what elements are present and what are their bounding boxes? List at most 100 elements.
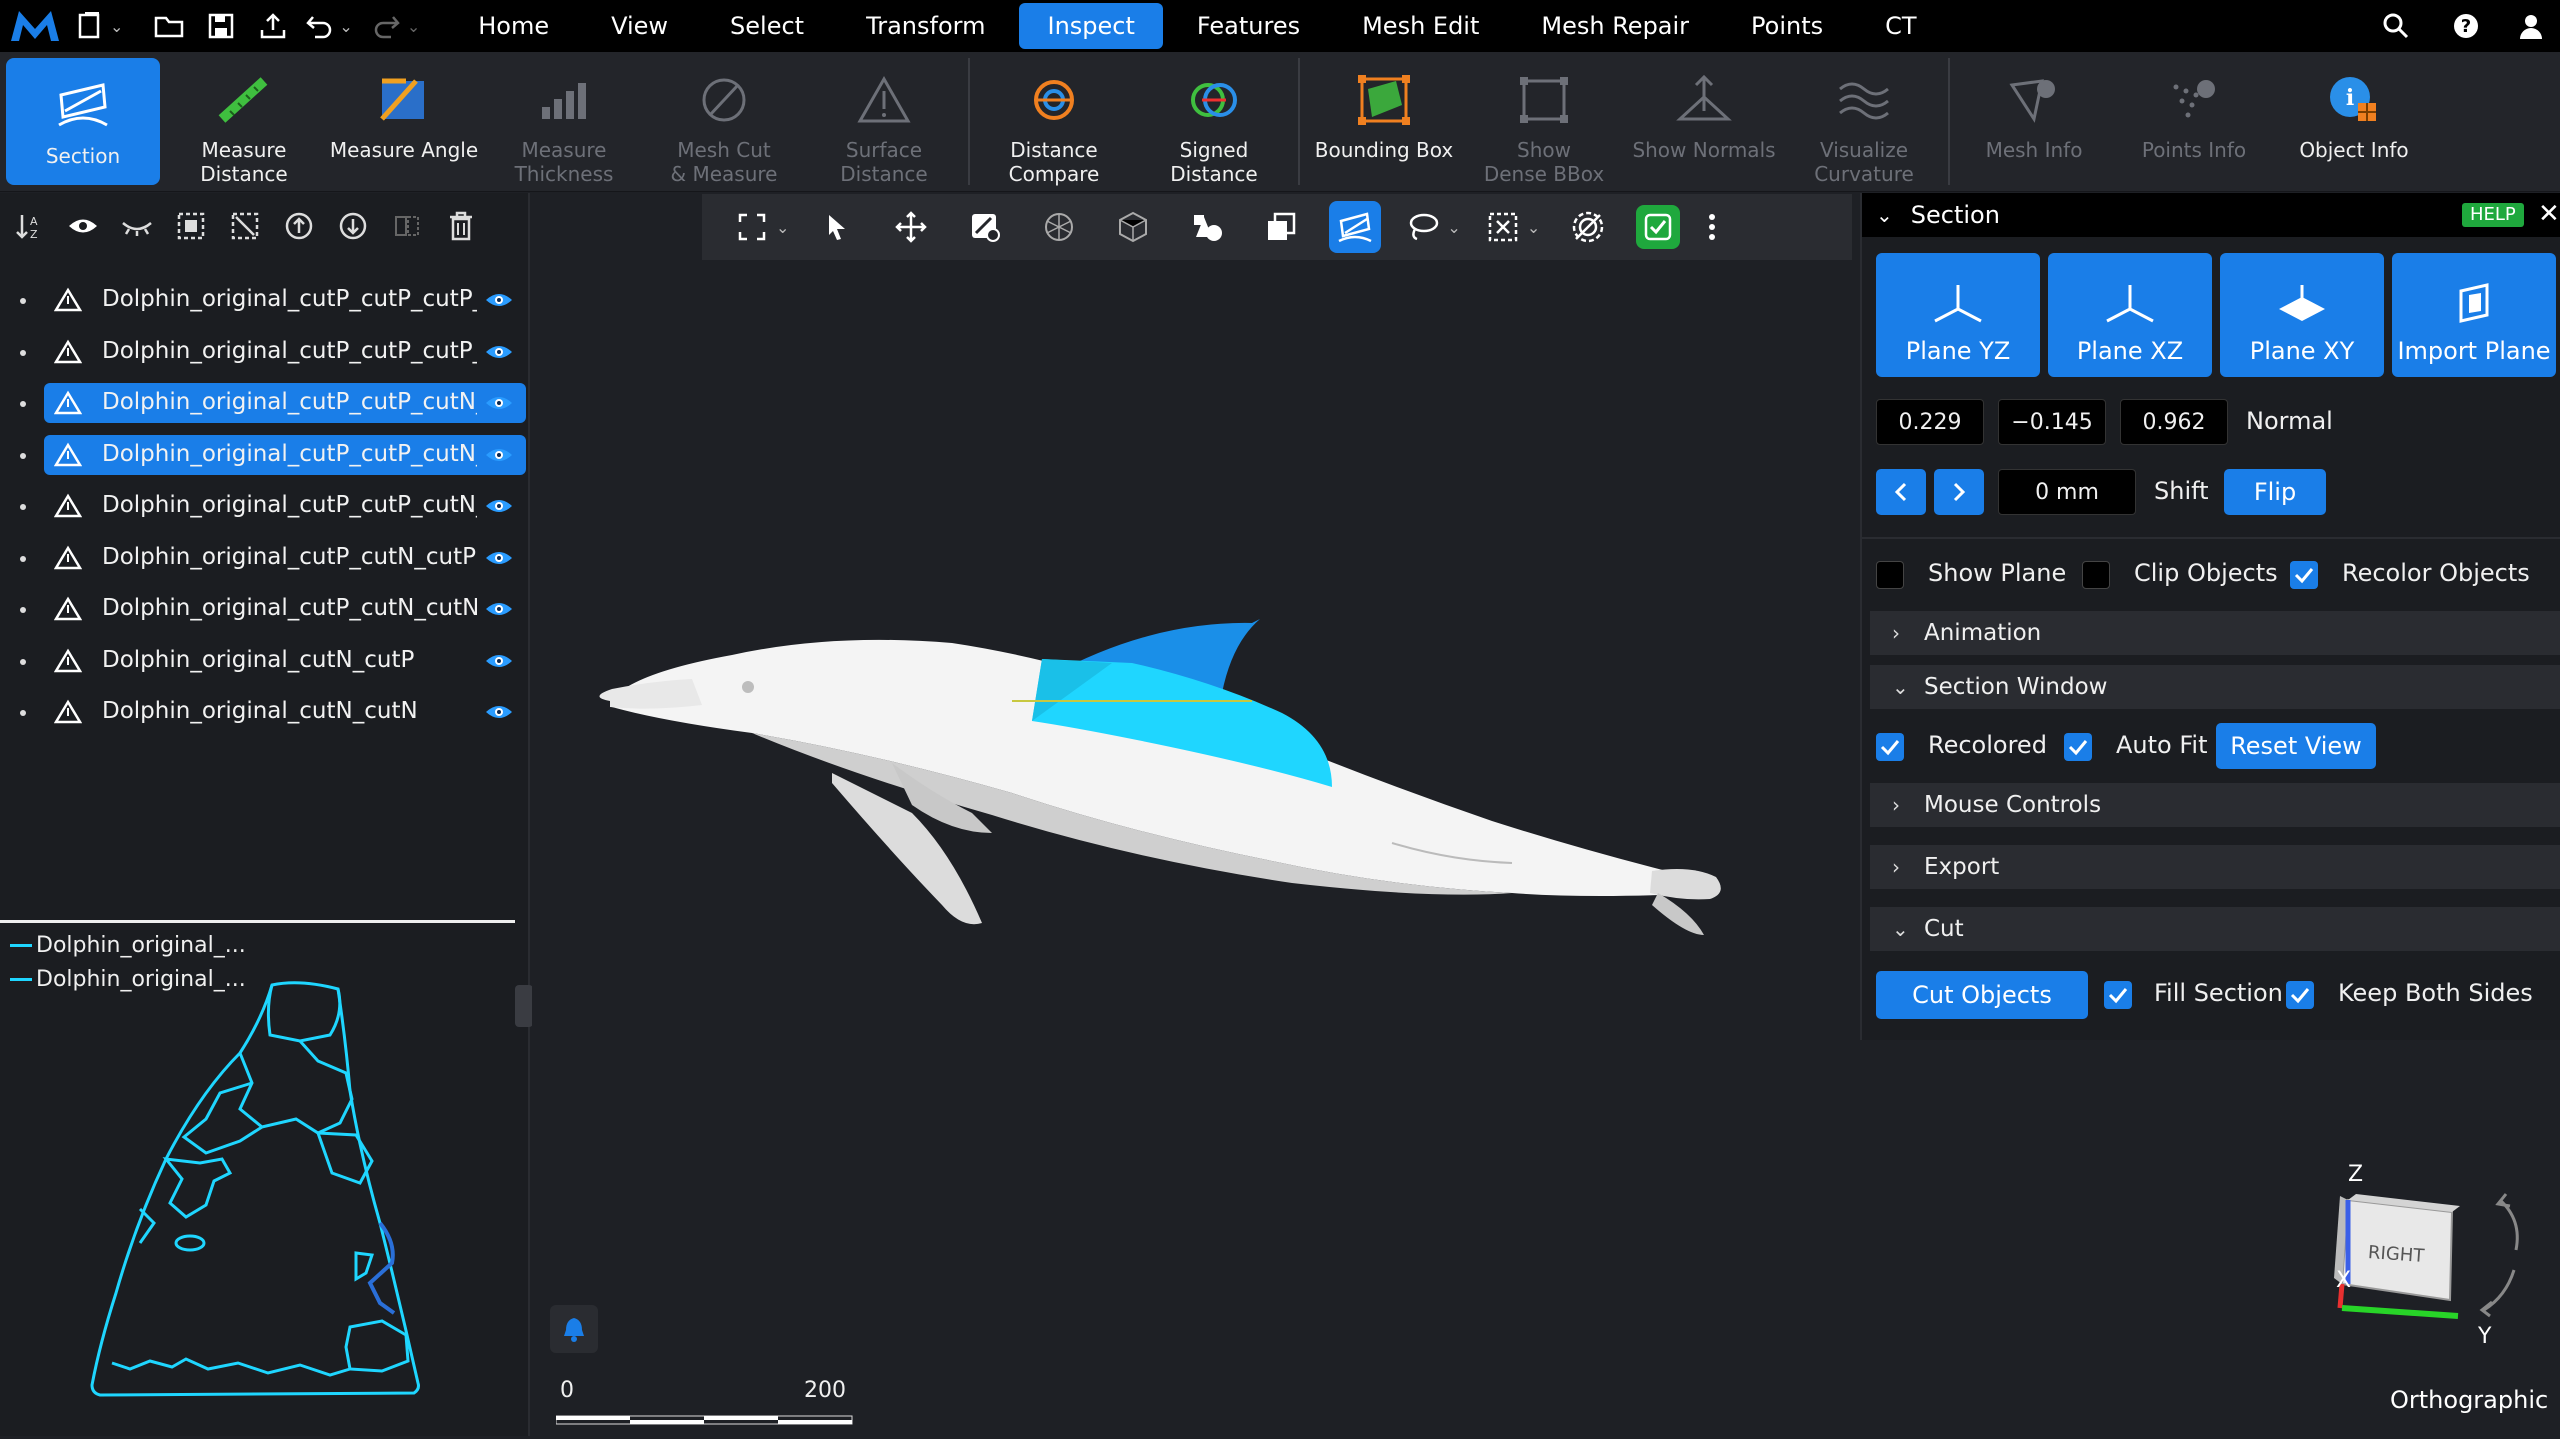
select-pointer-icon[interactable] bbox=[811, 201, 863, 253]
box-select-chevron-icon[interactable]: ⌄ bbox=[1527, 218, 1540, 237]
redo-history-chevron-icon[interactable]: ⌄ bbox=[407, 17, 420, 36]
mesh-cube-icon[interactable] bbox=[1107, 201, 1159, 253]
move-up-icon[interactable] bbox=[282, 209, 316, 243]
tab-transform[interactable]: Transform bbox=[838, 3, 1013, 49]
close-icon[interactable]: ✕ bbox=[2538, 199, 2560, 229]
visibility-eye-icon[interactable] bbox=[484, 290, 514, 316]
plane-xy-button[interactable]: Plane XY bbox=[2220, 253, 2384, 377]
keep-both-sides-checkbox[interactable] bbox=[2286, 981, 2314, 1009]
plane-xz-button[interactable]: Plane XZ bbox=[2048, 253, 2212, 377]
fit-view-icon[interactable] bbox=[732, 201, 772, 253]
tab-select[interactable]: Select bbox=[702, 3, 832, 49]
object-list-item[interactable]: Dolphin_original_cutP_cutP_cutN_cutN bbox=[0, 434, 530, 477]
points-info-button[interactable]: Points Info bbox=[2114, 52, 2274, 191]
visibility-eye-icon[interactable] bbox=[484, 393, 514, 419]
normal-z-input[interactable]: 0.962 bbox=[2120, 399, 2228, 445]
visibility-eye-icon[interactable] bbox=[484, 342, 514, 368]
search-icon[interactable] bbox=[2370, 0, 2422, 52]
open-folder-icon[interactable] bbox=[143, 0, 195, 52]
shift-input[interactable]: 0 mm bbox=[1998, 469, 2136, 515]
panel-resize-handle[interactable] bbox=[515, 985, 533, 1027]
auto-fit-checkbox[interactable] bbox=[2064, 733, 2092, 761]
measure-distance-button[interactable]: Measure Distance bbox=[164, 52, 324, 191]
object-list-item[interactable]: Dolphin_original_cutP_cutP_cutP_cutN bbox=[0, 332, 530, 374]
collapse-chevron-icon[interactable]: ⌄ bbox=[1876, 203, 1893, 227]
recolored-checkbox[interactable] bbox=[1876, 733, 1904, 761]
measure-angle-button[interactable]: Measure Angle bbox=[324, 52, 484, 191]
mesh-cut-measure-button[interactable]: Mesh Cut & Measure bbox=[644, 52, 804, 191]
clip-objects-checkbox[interactable] bbox=[2082, 561, 2110, 589]
import-plane-button[interactable]: Import Plane bbox=[2392, 253, 2556, 377]
show-plane-checkbox[interactable] bbox=[1876, 561, 1904, 589]
show-all-eye-icon[interactable] bbox=[66, 209, 100, 243]
section-window-header[interactable]: ⌄ Section Window bbox=[1870, 665, 2560, 709]
visibility-eye-icon[interactable] bbox=[484, 599, 514, 625]
object-info-button[interactable]: i Object Info bbox=[2274, 52, 2434, 191]
shading-icon[interactable] bbox=[1181, 201, 1233, 253]
recolor-objects-checkbox[interactable] bbox=[2290, 561, 2318, 589]
more-options-icon[interactable] bbox=[1702, 201, 1722, 253]
object-list-item[interactable]: Dolphin_original_cutP_cutP_cutN_ bbox=[0, 486, 530, 528]
tab-inspect[interactable]: Inspect bbox=[1019, 3, 1163, 49]
visibility-eye-icon[interactable] bbox=[484, 496, 514, 522]
cut-header[interactable]: ⌄ Cut bbox=[1870, 907, 2560, 951]
save-icon[interactable] bbox=[195, 0, 247, 52]
cut-objects-button[interactable]: Cut Objects bbox=[1876, 971, 2088, 1019]
visibility-eye-icon[interactable] bbox=[484, 445, 514, 471]
section-tool-button[interactable]: Section bbox=[6, 58, 160, 185]
deselect-all-icon[interactable] bbox=[228, 209, 262, 243]
distance-compare-button[interactable]: Distance Compare bbox=[974, 52, 1134, 191]
user-icon[interactable] bbox=[2505, 0, 2557, 52]
lasso-chevron-icon[interactable]: ⌄ bbox=[1447, 218, 1460, 237]
mesh-info-button[interactable]: Mesh Info bbox=[1954, 52, 2114, 191]
visibility-eye-icon[interactable] bbox=[484, 651, 514, 677]
app-logo-icon[interactable] bbox=[0, 0, 70, 52]
confirm-check-icon[interactable] bbox=[1636, 205, 1681, 249]
section-panel-header[interactable]: ⌄ Section HELP ✕ bbox=[1862, 193, 2560, 237]
export-header[interactable]: › Export bbox=[1870, 845, 2560, 889]
object-list-item[interactable]: Dolphin_original_cutP_cutN_cutN bbox=[0, 589, 530, 631]
object-list-item[interactable]: Dolphin_original_cutN_cutN bbox=[0, 692, 530, 734]
new-file-icon[interactable] bbox=[70, 0, 110, 52]
chevron-down-icon[interactable]: ⌄ bbox=[110, 17, 123, 36]
help-icon[interactable]: ? bbox=[2440, 0, 2492, 52]
object-list-item[interactable]: Dolphin_original_cutP_cutP_cutN_cutP bbox=[0, 383, 530, 425]
plane-yz-button[interactable]: Plane YZ bbox=[1876, 253, 2040, 377]
section-window[interactable]: Dolphin_original_... Dolphin_original_..… bbox=[0, 920, 515, 1436]
visibility-eye-icon[interactable] bbox=[484, 548, 514, 574]
bounding-box-button[interactable]: Bounding Box bbox=[1304, 52, 1464, 191]
tab-view[interactable]: View bbox=[583, 3, 696, 49]
shift-increase-button[interactable] bbox=[1934, 469, 1984, 515]
tab-ct[interactable]: CT bbox=[1857, 3, 1944, 49]
fill-section-checkbox[interactable] bbox=[2104, 981, 2132, 1009]
mouse-controls-header[interactable]: › Mouse Controls bbox=[1870, 783, 2560, 827]
hide-all-icon[interactable] bbox=[120, 209, 154, 243]
object-list-item[interactable]: Dolphin_original_cutN_cutP bbox=[0, 641, 530, 683]
show-normals-button[interactable]: Show Normals bbox=[1624, 52, 1784, 191]
flip-button[interactable]: Flip bbox=[2224, 469, 2326, 515]
export-icon[interactable] bbox=[247, 0, 299, 52]
box-select-icon[interactable] bbox=[1483, 201, 1523, 253]
signed-distance-button[interactable]: Signed Distance bbox=[1134, 52, 1294, 191]
lasso-icon[interactable] bbox=[1403, 201, 1443, 253]
show-dense-bbox-button[interactable]: Show Dense BBox bbox=[1464, 52, 1624, 191]
tab-points[interactable]: Points bbox=[1723, 3, 1851, 49]
object-settings-icon[interactable] bbox=[959, 201, 1011, 253]
undo-icon[interactable] bbox=[299, 0, 339, 52]
clipping-icon[interactable] bbox=[1562, 201, 1614, 253]
undo-history-chevron-icon[interactable]: ⌄ bbox=[339, 17, 352, 36]
projection-label[interactable]: Orthographic bbox=[2390, 1386, 2548, 1414]
object-list-item[interactable]: Dolphin_original_cutP_cutP_cutP_cutP bbox=[0, 280, 530, 322]
section-toggle-icon[interactable] bbox=[1329, 201, 1382, 253]
fit-view-chevron-icon[interactable]: ⌄ bbox=[776, 218, 789, 237]
wireframe-sphere-icon[interactable] bbox=[1033, 201, 1085, 253]
help-badge[interactable]: HELP bbox=[2462, 203, 2524, 227]
copy-objects-icon[interactable] bbox=[1255, 201, 1307, 253]
tab-mesh-edit[interactable]: Mesh Edit bbox=[1334, 3, 1507, 49]
measure-thickness-button[interactable]: Measure Thickness bbox=[484, 52, 644, 191]
object-list-item[interactable]: Dolphin_original_cutP_cutN_cutP bbox=[0, 538, 530, 580]
visualize-curvature-button[interactable]: Visualize Curvature bbox=[1784, 52, 1944, 191]
animation-section-header[interactable]: › Animation bbox=[1870, 611, 2560, 655]
tab-home[interactable]: Home bbox=[450, 3, 577, 49]
redo-icon[interactable] bbox=[367, 0, 407, 52]
